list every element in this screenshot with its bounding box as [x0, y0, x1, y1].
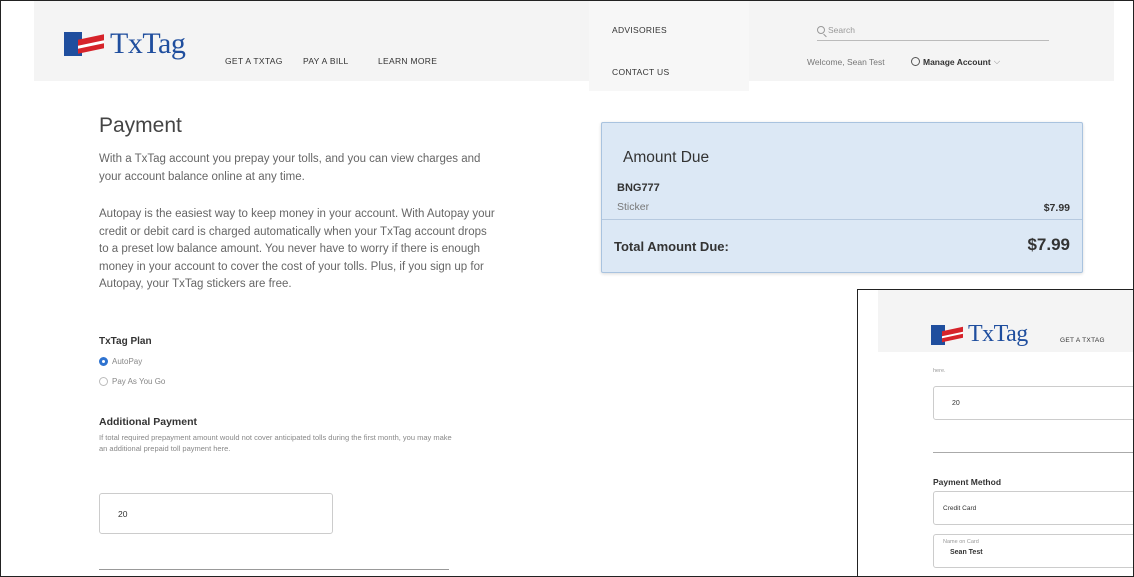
total-amount: $7.99 [1027, 235, 1070, 254]
search-icon [817, 25, 825, 34]
texas-flag-icon [64, 32, 104, 56]
name-on-card-value: Sean Test [950, 549, 983, 556]
payment-method-label: Payment Method [933, 477, 1002, 487]
txtag-logo[interactable]: TxTag [64, 27, 186, 61]
plate-number: BNG777 [617, 182, 660, 194]
section-divider [99, 569, 449, 570]
additional-payment-input[interactable]: 20 [99, 493, 333, 534]
inset-txtag-logo[interactable]: TxTag [931, 321, 1028, 348]
manage-account-label: Manage Account [923, 56, 991, 67]
texas-flag-icon [931, 324, 963, 345]
dropdown-item-advisories[interactable]: ADVISORIES [612, 25, 667, 35]
card-divider [602, 219, 1082, 220]
radio-checked-icon [99, 357, 108, 366]
radio-autopay[interactable]: AutoPay [99, 357, 142, 366]
additional-payment-value: 20 [118, 508, 128, 519]
nav-dropdown-panel [589, 1, 749, 91]
nav-learn-more[interactable]: LEARN MORE [378, 56, 437, 66]
line-item-label: Sticker [617, 201, 650, 213]
amount-due-title: Amount Due [623, 149, 710, 166]
amount-due-card: Amount Due BNG777 Sticker $7.99 Total Am… [601, 122, 1083, 273]
logo-text: TxTag [110, 27, 186, 60]
search-placeholder: Search [828, 24, 855, 35]
line-item-amount: $7.99 [1043, 202, 1070, 214]
inset-divider [933, 452, 1133, 453]
chevron-down-icon: ⌵ [993, 56, 1001, 66]
payment-method-value: Credit Card [943, 504, 977, 512]
page-title: Payment [99, 114, 182, 137]
name-on-card-input[interactable]: Name on Card Sean Test [933, 534, 1133, 568]
nav-pay-a-bill[interactable]: PAY A BILL [303, 56, 349, 66]
radio-unchecked-icon [99, 377, 108, 386]
inset-nav-get-a-txtag[interactable]: GET A TXTAG [1060, 337, 1105, 344]
inset-additional-payment-input[interactable]: 20 [933, 386, 1133, 420]
radio-label: Pay As You Go [112, 377, 166, 386]
search-input[interactable]: Search [817, 19, 1049, 41]
inset-logo-text: TxTag [968, 321, 1028, 347]
additional-payment-label: Additional Payment [99, 416, 198, 428]
payment-method-select[interactable]: Credit Card ↕ [933, 491, 1133, 525]
total-label: Total Amount Due: [614, 239, 729, 254]
welcome-text: Welcome, Sean Test [807, 57, 885, 67]
inset-screenshot: TxTag GET A TXTAG here. 20 Payment Metho… [857, 289, 1133, 576]
site-header [34, 1, 1114, 81]
radio-pay-as-you-go[interactable]: Pay As You Go [99, 377, 165, 386]
plan-label: TxTag Plan [99, 336, 152, 347]
user-icon [911, 57, 920, 66]
radio-label: AutoPay [112, 357, 143, 366]
inset-additional-payment-value: 20 [952, 399, 960, 407]
additional-payment-description: If total required prepayment amount woul… [99, 433, 452, 453]
name-on-card-label: Name on Card [943, 539, 979, 545]
nav-get-a-txtag[interactable]: GET A TXTAG [225, 56, 283, 66]
inset-desc-tail: here. [933, 368, 946, 374]
page-frame: TxTag GET A TXTAG PAY A BILL LEARN MORE … [0, 0, 1134, 577]
dropdown-item-contact-us[interactable]: CONTACT US [612, 67, 669, 77]
manage-account-button[interactable]: Manage Account ⌵ [911, 56, 1000, 67]
intro-paragraph: With a TxTag account you prepay your tol… [99, 153, 481, 183]
autopay-paragraph: Autopay is the easiest way to keep money… [99, 208, 495, 290]
